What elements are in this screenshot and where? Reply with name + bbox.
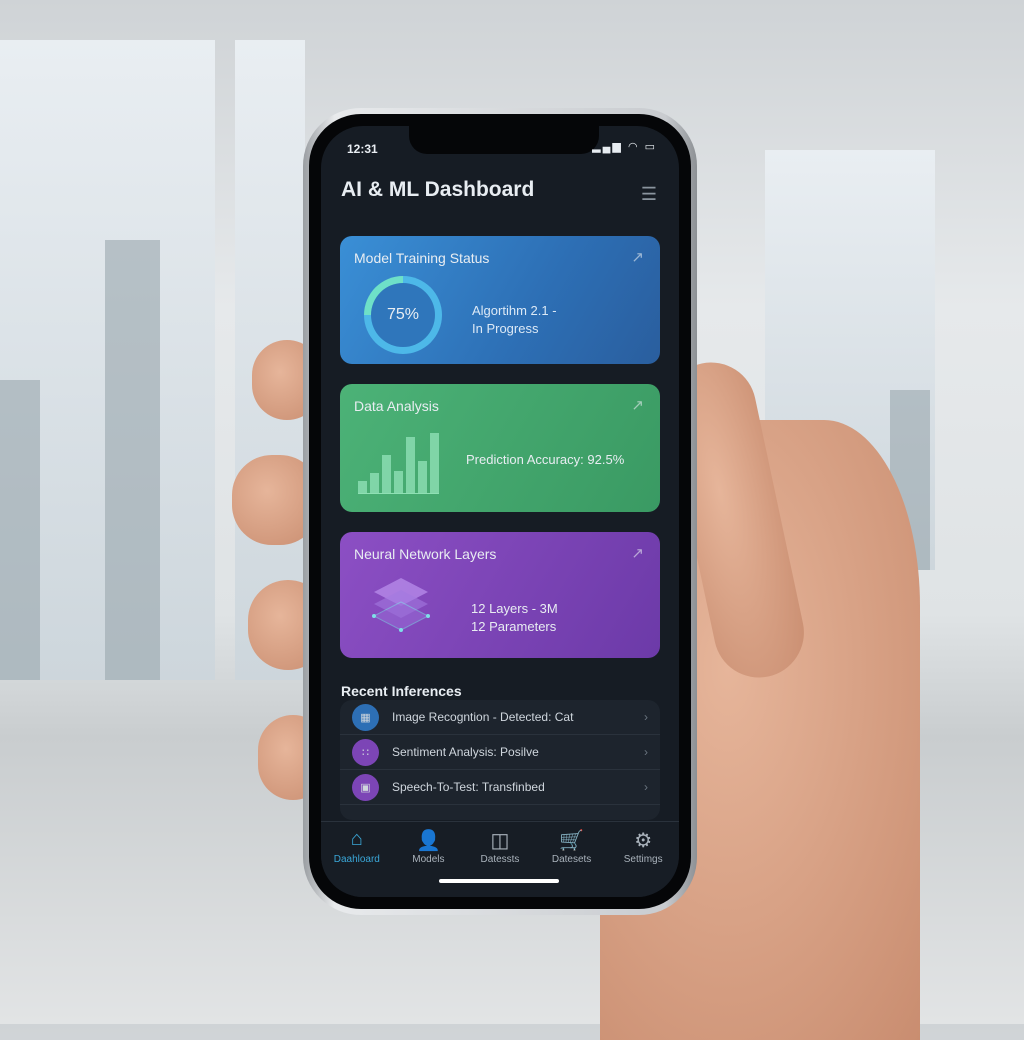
page-title: AI & ML Dashboard [341, 178, 535, 201]
inference-list: ▦ Image Recogntion - Detected: Cat › ∷ Sent… [340, 700, 660, 820]
card-title: Model Training Status [354, 250, 490, 266]
progress-ring: 75% [364, 276, 442, 354]
chevron-right-icon: › [644, 710, 648, 724]
nav-label: Datesets [551, 854, 592, 865]
nav-label: Settimgs [623, 854, 663, 865]
image-icon: ▦ [352, 703, 379, 731]
menu-icon[interactable]: ☰ [641, 184, 657, 205]
nav-label: Daahloard [333, 854, 380, 865]
nav-datasets[interactable]: 🛒 Datesets [542, 828, 602, 897]
card-title: Neural Network Layers [354, 546, 497, 562]
layers-line2: 12 Parameters [471, 619, 557, 634]
bar [358, 481, 367, 493]
nav-dashboard[interactable]: ⌂ Daahloard [327, 828, 387, 897]
nav-datessts[interactable]: ◫ Datessts [470, 828, 530, 897]
neural-network-card[interactable]: Neural Network Layers ↗ 12 Layers - 3M 12… [340, 532, 660, 658]
skyscraper [105, 240, 160, 680]
bar [382, 455, 391, 493]
item-label: Speech-To-Test: Transfinbed [392, 780, 545, 794]
list-item[interactable]: ▦ Image Recogntion - Detected: Cat › [340, 700, 660, 735]
nav-label: Datessts [480, 854, 520, 865]
nav-models[interactable]: 👤 Models [398, 828, 458, 897]
layers-line1: 12 Layers - 3M [471, 601, 558, 616]
bottom-nav: ⌂ Daahloard 👤 Models ◫ Datessts 🛒 Datesets ⚙… [321, 821, 679, 897]
microphone-icon: ▣ [352, 773, 379, 801]
bar [370, 473, 379, 493]
model-training-card[interactable]: Model Training Status ↗ 75% Algortihm 2.… [340, 236, 660, 364]
status-icons: ▂▄▆ ◠ ▭ [592, 141, 657, 153]
data-analysis-card[interactable]: Data Analysis ↗ Prediction Accuracy: 92.… [340, 384, 660, 512]
chevron-right-icon: › [644, 745, 648, 759]
cart-icon: 🛒 [559, 830, 585, 852]
item-label: Sentiment Analysis: Posilve [392, 745, 539, 759]
item-label: Image Recogntion - Detected: Cat [392, 710, 574, 724]
nav-label: Models [412, 854, 445, 865]
user-icon: 👤 [415, 830, 441, 852]
building [0, 380, 40, 680]
layers-icon [372, 578, 430, 632]
status-time: 12:31 [347, 142, 378, 156]
notch [409, 126, 599, 154]
list-item[interactable]: ▣ Speech-To-Test: Transfinbed › [340, 770, 660, 805]
external-link-icon[interactable]: ↗ [631, 544, 644, 562]
app-screen: 12:31 ▂▄▆ ◠ ▭ AI & ML Dashboard ☰ Model … [321, 126, 679, 897]
home-indicator[interactable] [439, 879, 559, 883]
list-item[interactable]: ∷ Sentiment Analysis: Posilve › [340, 735, 660, 770]
accuracy-text: Prediction Accuracy: 92.5% [466, 452, 625, 467]
status-line2: In Progress [472, 321, 539, 336]
card-title: Data Analysis [354, 398, 439, 414]
bar [418, 461, 427, 493]
gear-icon: ⚙ [634, 830, 653, 852]
camera-icon: ◫ [490, 830, 510, 852]
home-icon: ⌂ [350, 828, 363, 850]
nav-settings[interactable]: ⚙ Settimgs [613, 828, 673, 897]
sentiment-icon: ∷ [352, 738, 379, 766]
bar-chart-icon [358, 432, 439, 494]
section-title: Recent Inferences [341, 683, 462, 699]
status-line1: Algortihm 2.1 - [472, 303, 557, 318]
chevron-right-icon: › [644, 780, 648, 794]
phone: 12:31 ▂▄▆ ◠ ▭ AI & ML Dashboard ☰ Model … [303, 108, 697, 915]
external-link-icon[interactable]: ↗ [631, 396, 644, 414]
bar [394, 471, 403, 493]
bar [406, 437, 415, 493]
bar [430, 433, 439, 493]
progress-label: 75% [371, 283, 435, 347]
external-link-icon[interactable]: ↗ [631, 248, 644, 266]
